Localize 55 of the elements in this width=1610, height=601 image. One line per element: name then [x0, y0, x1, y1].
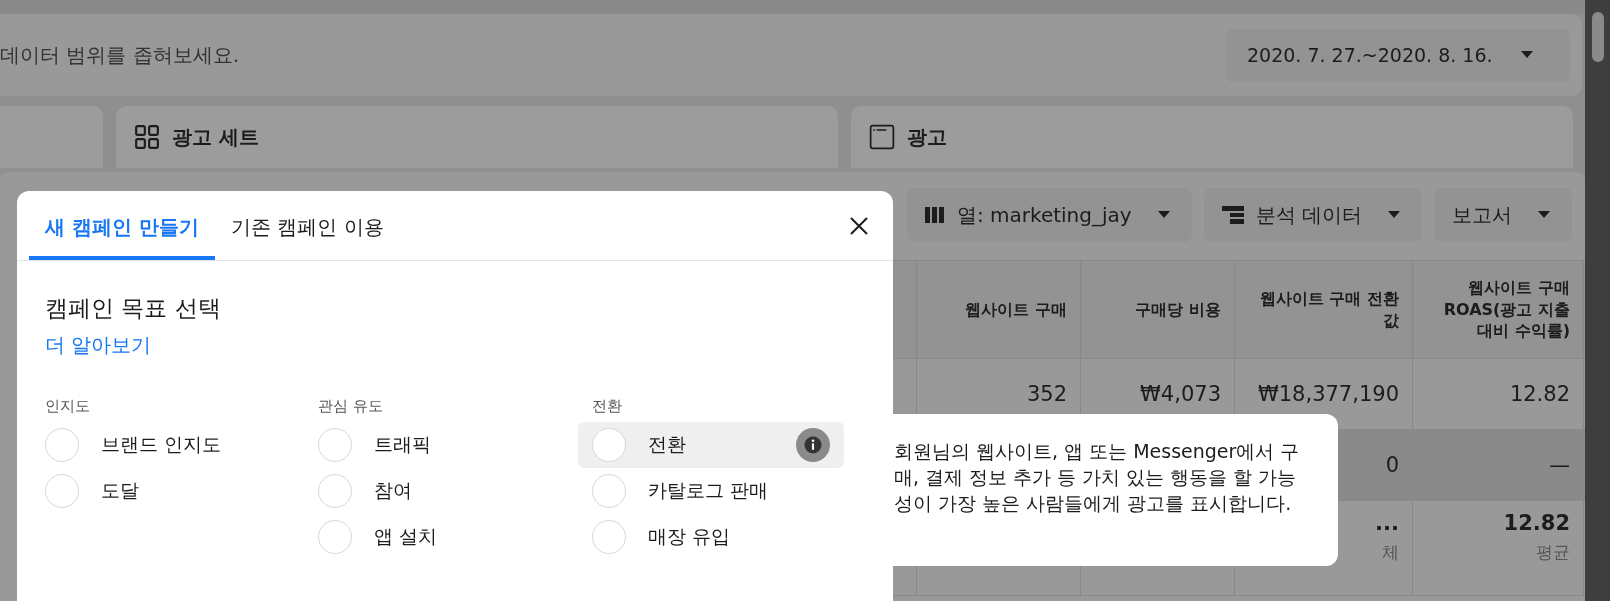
scrollbar-thumb[interactable]	[1591, 12, 1604, 62]
dialog-heading: 캠페인 목표 선택	[45, 294, 222, 323]
caret-icon	[1157, 211, 1170, 219]
toolbar-button[interactable]: 분석 데이터	[1203, 188, 1422, 242]
objective-option[interactable]: 앱 설치	[304, 514, 571, 560]
radio-button[interactable]	[45, 474, 79, 508]
objective-option[interactable]: 매장 유입	[577, 514, 844, 560]
radio-button[interactable]	[318, 520, 353, 554]
radio-button[interactable]	[591, 428, 626, 462]
objective-option[interactable]: 브랜드 인지도	[31, 422, 297, 468]
cell-note: 체	[1382, 541, 1399, 564]
column-header[interactable]: 웹사이트 구매 전환값	[1235, 261, 1413, 358]
table-cell: 12.82	[1509, 382, 1570, 406]
table-cell: 12.82	[1503, 511, 1570, 535]
radio-button[interactable]	[45, 428, 79, 462]
cell-note: 평균	[1536, 541, 1570, 564]
column-header[interactable]: 웹사이트 구매	[917, 261, 1081, 358]
radio-button[interactable]	[591, 474, 626, 508]
window-icon	[869, 124, 895, 150]
breakdown-icon	[1221, 206, 1244, 224]
caret-icon	[1388, 211, 1400, 219]
columns-icon	[925, 207, 945, 223]
learn-more-link[interactable]: 더 알아보기	[45, 332, 152, 359]
level-tab[interactable]: 광고	[851, 106, 1573, 168]
column-header[interactable]: 웹사이트 구매 ROAS(광고 지출 대비 수익률)	[1413, 261, 1584, 358]
date-range-button[interactable]: 2020. 7. 27.~2020. 8. 16.	[1225, 28, 1570, 82]
caret-icon	[1520, 51, 1533, 59]
radio-button[interactable]	[318, 474, 353, 508]
group-title: 인지도	[45, 397, 91, 416]
group-title: 관심 유도	[318, 397, 385, 416]
dialog-tab[interactable]: 새 캠페인 만들기	[29, 191, 215, 260]
column-header[interactable]: 구매당 비용	[1081, 261, 1235, 358]
level-tab[interactable]: 광고 세트	[116, 106, 838, 168]
objective-option[interactable]: 도달	[31, 468, 297, 514]
table-cell: ₩18,377,190	[1258, 382, 1399, 406]
objective-option[interactable]: 전환	[577, 422, 844, 468]
filter-hint: 데이터 범위를 좁혀보세요.	[0, 41, 240, 69]
objective-option[interactable]: 참여	[304, 468, 571, 514]
grid-icon	[134, 124, 160, 150]
toolbar-button[interactable]: 열: marketing_jay	[907, 188, 1192, 242]
table-cell: ...	[1375, 511, 1399, 535]
info-icon[interactable]	[795, 428, 830, 462]
objective-option[interactable]: 트래픽	[304, 422, 571, 468]
table-cell: 0	[1385, 453, 1399, 477]
radio-button[interactable]	[318, 428, 353, 462]
table-cell: —	[1549, 453, 1570, 477]
radio-button[interactable]	[591, 520, 626, 554]
dialog-tab[interactable]: 기존 캠페인 이용	[214, 191, 400, 260]
toolbar-button[interactable]: 보고서	[1434, 188, 1572, 242]
close-icon	[849, 215, 869, 236]
table-cell: 352	[1026, 382, 1067, 406]
group-title: 전환	[591, 397, 623, 416]
caret-icon	[1538, 211, 1550, 219]
table-cell: ₩4,073	[1140, 382, 1221, 406]
objective-option[interactable]: 카탈로그 판매	[577, 468, 844, 514]
